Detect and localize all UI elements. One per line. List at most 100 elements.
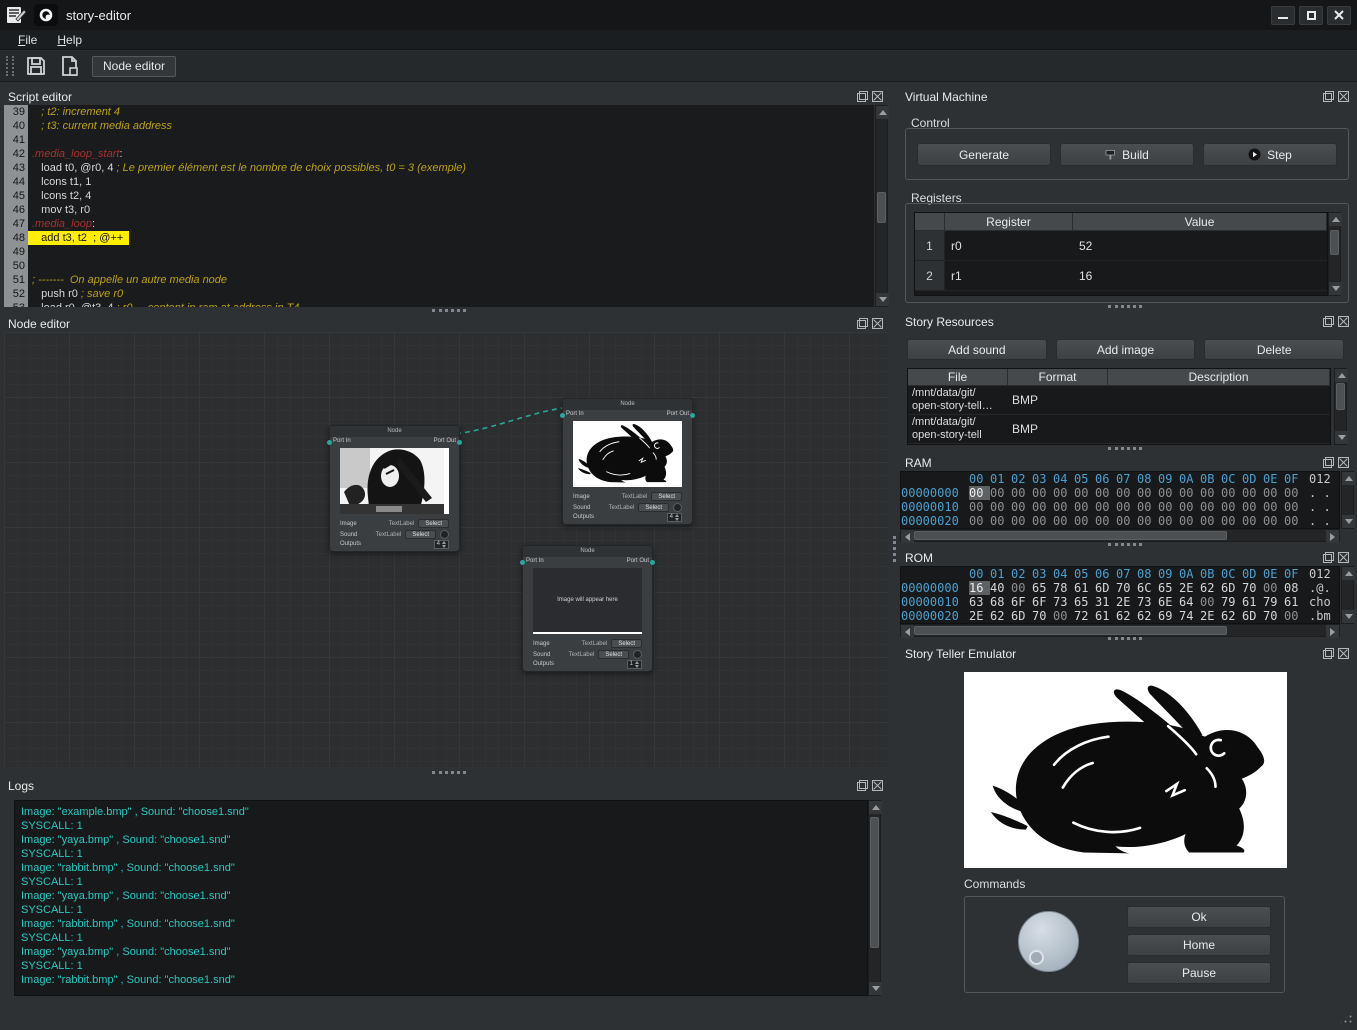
hex-byte-cell[interactable]: 00 [1095, 514, 1116, 528]
script-line[interactable]: 46 mov t3, r0 [4, 203, 874, 217]
float-icon[interactable] [1323, 648, 1334, 659]
scroll-down-icon[interactable] [1342, 610, 1355, 623]
hex-byte-cell[interactable]: 62 [1221, 609, 1242, 623]
float-icon[interactable] [1323, 457, 1334, 468]
hex-byte-cell[interactable]: 00 [1179, 500, 1200, 514]
close-button[interactable] [1327, 6, 1351, 25]
hex-byte-cell[interactable]: 65 [1158, 581, 1179, 595]
select-sound-button[interactable]: Select [405, 530, 436, 539]
hex-byte-cell[interactable]: 00 [1158, 486, 1179, 500]
hex-byte-cell[interactable]: 61 [1095, 609, 1116, 623]
hex-byte-cell[interactable]: 00 [1053, 609, 1074, 623]
hex-byte-cell[interactable]: 00 [1263, 486, 1284, 500]
scroll-up-icon[interactable] [869, 801, 882, 814]
hex-byte-cell[interactable]: 79 [1221, 595, 1242, 609]
add-image-button[interactable]: Add image [1056, 339, 1196, 360]
hex-byte-cell[interactable]: 00 [1200, 500, 1221, 514]
hex-byte-cell[interactable]: 00 [1263, 514, 1284, 528]
script-line[interactable]: 39 ; t2: increment 4 [4, 105, 874, 119]
resource-row[interactable]: /mnt/data/git/open-story-tell…BMP [908, 386, 1330, 415]
hex-byte-cell[interactable]: 00 [1200, 595, 1221, 609]
hex-byte-cell[interactable]: 78 [1053, 581, 1074, 595]
hex-byte-cell[interactable]: 00 [1284, 609, 1305, 623]
script-line[interactable]: 43 load t0, @r0, 4 ; Le premier élément … [4, 161, 874, 175]
hex-byte-cell[interactable]: 16 [969, 581, 990, 595]
hex-byte-cell[interactable]: 00 [1179, 486, 1200, 500]
hex-byte-cell[interactable]: 6D [1221, 581, 1242, 595]
hex-byte-cell[interactable]: 00 [1074, 500, 1095, 514]
hex-byte-cell[interactable]: 00 [1242, 486, 1263, 500]
hex-byte-cell[interactable]: 00 [969, 500, 990, 514]
step-button[interactable]: Step [1203, 143, 1337, 166]
float-icon[interactable] [857, 318, 868, 329]
hex-byte-cell[interactable]: 00 [1200, 486, 1221, 500]
hex-byte-cell[interactable]: 2E [1116, 595, 1137, 609]
hex-byte-cell[interactable]: 70 [1032, 609, 1053, 623]
hex-byte-cell[interactable]: 61 [1074, 581, 1095, 595]
float-icon[interactable] [1323, 552, 1334, 563]
hex-byte-cell[interactable]: 00 [1221, 500, 1242, 514]
scroll-right-icon[interactable] [1326, 625, 1339, 638]
select-sound-button[interactable]: Select [638, 503, 669, 512]
hex-byte-cell[interactable]: 00 [1074, 486, 1095, 500]
resource-row[interactable]: /mnt/data/git/open-story-tellBMP [908, 415, 1330, 444]
hex-byte-cell[interactable]: 70 [1242, 581, 1263, 595]
hex-byte-cell[interactable]: 6F [1032, 595, 1053, 609]
hex-byte-cell[interactable]: 08 [1284, 581, 1305, 595]
registers-table[interactable]: Register Value 1r0522r116 [914, 212, 1328, 296]
hex-byte-cell[interactable]: 6D [1011, 609, 1032, 623]
rom-vertical-scrollbar[interactable] [1341, 566, 1354, 624]
hex-byte-cell[interactable]: 65 [1074, 595, 1095, 609]
hex-byte-cell[interactable]: 6F [1011, 595, 1032, 609]
hex-byte-cell[interactable]: 6D [1095, 581, 1116, 595]
close-icon[interactable] [1338, 457, 1349, 468]
hex-byte-cell[interactable]: 00 [1284, 500, 1305, 514]
outputs-spinner[interactable]: 4 [434, 540, 449, 549]
ram-vertical-scrollbar[interactable] [1341, 471, 1354, 529]
hex-byte-cell[interactable]: 72 [1074, 609, 1095, 623]
hex-byte-cell[interactable]: 00 [1011, 581, 1032, 595]
script-line[interactable]: 53 load r0, @t3, 4 ; r0 ... content in r… [4, 301, 874, 307]
outputs-spinner[interactable]: 4 [667, 513, 682, 522]
float-icon[interactable] [857, 91, 868, 102]
hex-byte-cell[interactable]: 00 [1200, 514, 1221, 528]
script-line[interactable]: 42.media_loop_start: [4, 147, 874, 161]
float-icon[interactable] [1323, 316, 1334, 327]
hex-byte-cell[interactable]: 00 [1116, 500, 1137, 514]
script-vertical-scrollbar[interactable] [875, 105, 888, 307]
new-file-icon[interactable] [58, 54, 82, 78]
logs-vertical-scrollbar[interactable] [868, 800, 881, 996]
hex-byte-cell[interactable]: 00 [1116, 486, 1137, 500]
hex-byte-cell[interactable]: 00 [969, 514, 990, 528]
hex-byte-cell[interactable]: 00 [1158, 500, 1179, 514]
port-out-dot[interactable] [457, 440, 462, 445]
hex-byte-cell[interactable]: 73 [1137, 595, 1158, 609]
registers-scrollbar[interactable] [1328, 212, 1341, 296]
hex-byte-cell[interactable]: 61 [1242, 595, 1263, 609]
hex-byte-cell[interactable]: 00 [1053, 500, 1074, 514]
logs-output[interactable]: Image: "example.bmp" , Sound: "choose1.s… [14, 800, 868, 996]
hex-byte-cell[interactable]: 00 [1011, 514, 1032, 528]
hex-byte-cell[interactable]: 70 [1116, 581, 1137, 595]
float-icon[interactable] [1323, 91, 1334, 102]
hex-byte-cell[interactable]: 62 [1200, 581, 1221, 595]
hex-byte-cell[interactable]: 00 [990, 500, 1011, 514]
hex-byte-cell[interactable]: 00 [1053, 486, 1074, 500]
hex-byte-cell[interactable]: 31 [1095, 595, 1116, 609]
port-out-dot[interactable] [650, 560, 655, 565]
scroll-up-icon[interactable] [876, 106, 889, 119]
splitter-script-node[interactable] [432, 309, 466, 312]
maximize-button[interactable] [1299, 6, 1323, 25]
close-icon[interactable] [1338, 91, 1349, 102]
ram-hex-view[interactable]: 000102030405060708090A0B0C0D0E0F01200000… [900, 471, 1340, 529]
close-icon[interactable] [872, 318, 883, 329]
play-sound-icon[interactable] [673, 503, 682, 512]
script-line[interactable]: 51; ------- On appelle un autre media no… [4, 273, 874, 287]
port-in-dot[interactable] [327, 440, 332, 445]
hex-byte-cell[interactable]: 00 [1095, 486, 1116, 500]
script-line[interactable]: 49 [4, 245, 874, 259]
scroll-left-icon[interactable] [901, 625, 914, 638]
hex-byte-cell[interactable]: 00 [1263, 500, 1284, 514]
port-in-dot[interactable] [560, 413, 565, 418]
select-sound-button[interactable]: Select [598, 650, 629, 659]
